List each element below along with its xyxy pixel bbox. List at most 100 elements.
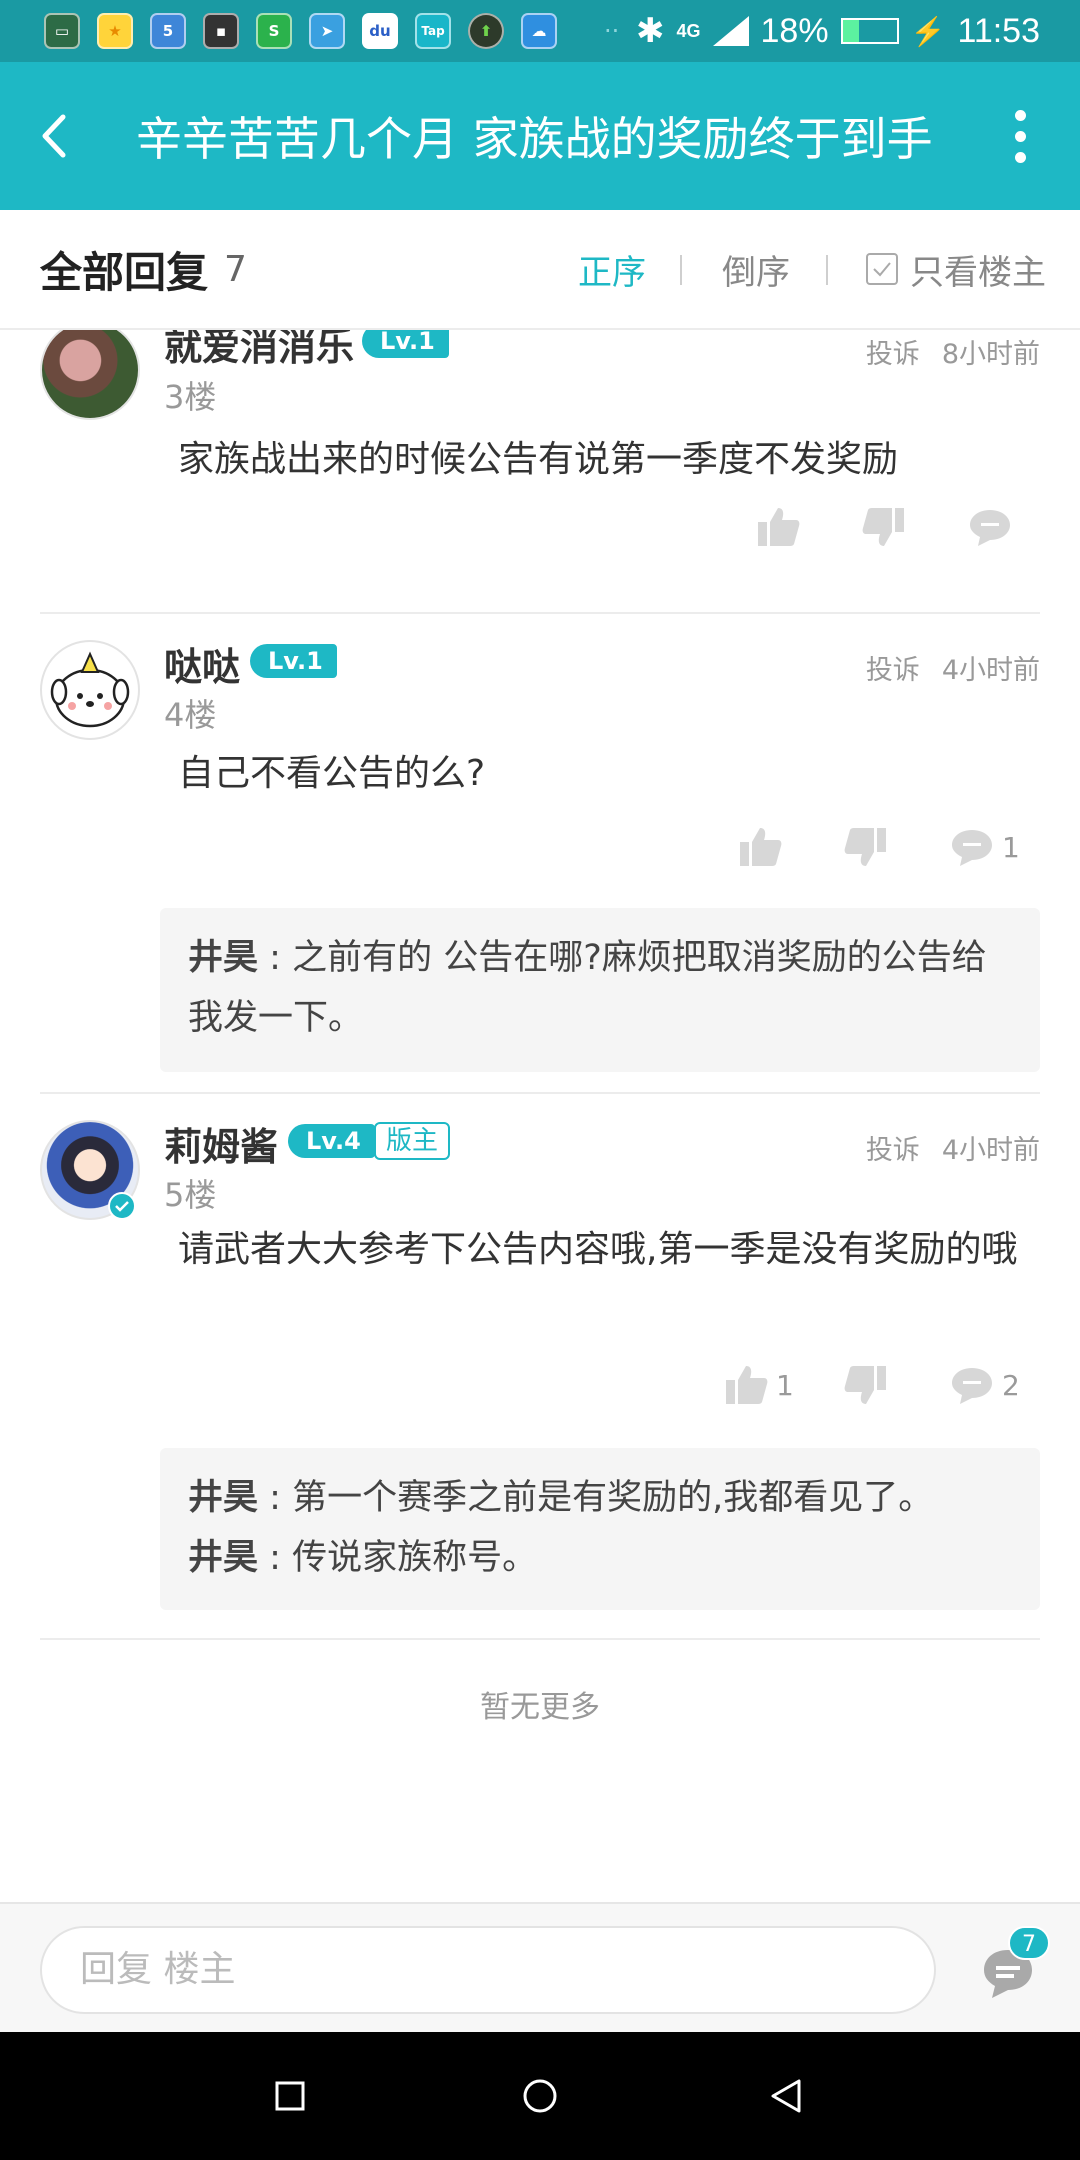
username[interactable]: 哒哒 <box>164 636 240 691</box>
terminal-app-icon: ▪ <box>203 13 239 49</box>
report-link[interactable]: 投诉 <box>866 1135 920 1166</box>
comment-count: 2 <box>1002 1368 1020 1402</box>
moderator-badge: 版主 <box>374 1122 451 1160</box>
monitor-app-icon: ▭ <box>44 13 80 49</box>
more-notifications-icon: ·· <box>604 17 620 45</box>
comment-button[interactable]: 1 <box>950 826 1020 868</box>
floor-number: 4楼 <box>164 696 217 734</box>
reply-input[interactable]: 回复 楼主 <box>40 1926 936 2014</box>
sub-reply[interactable]: 井昊 : 传说家族称号。 <box>188 1528 1012 1588</box>
floor-number: 3楼 <box>164 378 217 416</box>
notification-icons: ▭ ★ 5 ▪ S ➤ du Tap ⬆ ☁ ·· <box>44 13 619 49</box>
thumbs-down-icon <box>862 508 904 546</box>
avatar[interactable] <box>40 640 140 740</box>
checkbox-icon <box>866 253 898 285</box>
floor-number: 5楼 <box>164 1176 217 1214</box>
system-nav-bar <box>0 2032 1080 2160</box>
reply-time: 4小时前 <box>941 655 1040 686</box>
back-nav-button[interactable] <box>756 2066 816 2126</box>
comment-count-badge: 7 <box>1008 1926 1050 1960</box>
star-app-icon: ★ <box>97 13 133 49</box>
comment-count: 1 <box>1002 830 1020 864</box>
all-replies-title: 全部回复 <box>40 247 209 297</box>
sub-reply[interactable]: 井昊 : 第一个赛季之前是有奖励的,我都看见了。 <box>188 1468 1012 1528</box>
reply-item: 就爱消消乐 Lv.1 3楼 投诉 8小时前 家族战出来的时候公告有说第一季度不发奖… <box>0 330 1080 610</box>
tap-app-icon: Tap <box>415 13 451 49</box>
reply-actions: 1 2 <box>0 1364 1080 1424</box>
sub-reply-author[interactable]: 井昊 <box>188 938 258 978</box>
thumbs-up-icon <box>726 1366 768 1404</box>
divider <box>826 255 828 285</box>
comment-button[interactable] <box>968 506 1012 548</box>
battery-percent: 18% <box>760 11 829 50</box>
reply-count: 7 <box>224 248 247 290</box>
reply-item: 莉姆酱 Lv.4 版主 5楼 投诉 4小时前 请武者大大参考下公告内容哦,第一季是… <box>0 1120 1080 1720</box>
battery-icon <box>840 18 899 44</box>
back-button[interactable] <box>0 62 110 210</box>
home-button[interactable] <box>510 2066 570 2126</box>
like-button[interactable] <box>756 506 800 548</box>
username[interactable]: 莉姆酱 <box>164 1116 278 1171</box>
network-label: 4G <box>676 20 701 41</box>
square-icon <box>275 2081 305 2111</box>
reply-time: 8小时前 <box>941 339 1040 370</box>
thumbs-down-icon <box>844 1366 886 1404</box>
like-button[interactable]: 1 <box>724 1364 794 1406</box>
report-link[interactable]: 投诉 <box>866 339 920 370</box>
bluetooth-icon: ✱ <box>635 12 665 50</box>
thumbs-up-icon <box>758 508 800 546</box>
reply-item: 哒哒 Lv.1 4楼 投诉 4小时前 自己不看公告的么? 1 井昊 : 之前有的 … <box>0 640 1080 1110</box>
clock: 11:53 <box>957 11 1040 50</box>
sub-reply[interactable]: 井昊 : 之前有的 公告在哪?麻烦把取消奖励的公告给我发一下。 <box>188 928 1012 1048</box>
comment-bubble-icon <box>952 1368 992 1404</box>
charging-icon: ⚡ <box>910 15 946 47</box>
level-badge: Lv.1 <box>250 644 337 678</box>
dislike-button[interactable] <box>862 506 906 548</box>
reply-meta: 投诉 8小时前 <box>844 332 1040 371</box>
divider <box>40 1638 1040 1640</box>
reply-text: 自己不看公告的么? <box>178 753 486 794</box>
circle-icon <box>523 2079 557 2113</box>
divider <box>40 612 1040 614</box>
more-options-button[interactable] <box>990 106 1050 166</box>
divider <box>40 1092 1040 1094</box>
sub-replies: 井昊 : 第一个赛季之前是有奖励的,我都看见了。 井昊 : 传说家族称号。 <box>160 1448 1040 1610</box>
dislike-button[interactable] <box>844 826 888 868</box>
recents-button[interactable] <box>260 2066 320 2126</box>
replies-header: 全部回复 7 正序 倒序 只看楼主 <box>0 210 1080 330</box>
signal-icon <box>712 16 749 46</box>
reply-time: 4小时前 <box>941 1135 1040 1166</box>
triangle-back-icon <box>771 2079 801 2113</box>
bottom-reply-bar: 回复 楼主 7 <box>0 1902 1080 2032</box>
sub-reply-text: 第一个赛季之前是有奖励的,我都看见了。 <box>292 1478 934 1518</box>
du-app-icon: du <box>362 13 398 49</box>
more-dot-icon <box>1014 109 1026 121</box>
reply-meta: 投诉 4小时前 <box>844 1128 1040 1167</box>
sort-descending-tab[interactable]: 倒序 <box>722 245 790 294</box>
comment-button[interactable]: 2 <box>950 1364 1020 1406</box>
status-bar: ▭ ★ 5 ▪ S ➤ du Tap ⬆ ☁ ·· ✱ 4G 18% ⚡ 11:… <box>0 0 1080 62</box>
status-indicators: ✱ 4G 18% ⚡ 11:53 <box>636 0 1040 62</box>
like-button[interactable] <box>738 826 790 868</box>
more-dot-icon <box>1014 151 1026 163</box>
level-badge: Lv.4 <box>288 1124 375 1158</box>
comment-bubble-icon <box>952 830 992 866</box>
sub-reply-author[interactable]: 井昊 <box>188 1538 258 1578</box>
report-link[interactable]: 投诉 <box>866 655 920 686</box>
page-title: 辛辛苦苦几个月 家族战的奖励终于到手 <box>136 112 933 166</box>
plane-app-icon: ➤ <box>309 13 345 49</box>
avatar[interactable] <box>40 330 140 420</box>
level-badge: Lv.1 <box>362 330 449 358</box>
dislike-button[interactable] <box>844 1364 888 1406</box>
sub-reply-author[interactable]: 井昊 <box>188 1478 258 1518</box>
reply-text: 请武者大大参考下公告内容哦,第一季是没有奖励的哦 <box>178 1229 1018 1270</box>
divider <box>680 255 682 285</box>
thumbs-up-icon <box>740 828 782 866</box>
username[interactable]: 就爱消消乐 <box>164 330 354 371</box>
sort-ascending-tab[interactable]: 正序 <box>578 245 646 294</box>
like-count: 1 <box>776 1368 794 1402</box>
thumbs-down-icon <box>844 828 886 866</box>
only-op-toggle[interactable]: 只看楼主 <box>866 245 1046 294</box>
dog-avatar-icon <box>50 651 130 728</box>
comment-bubble-icon <box>970 510 1010 546</box>
